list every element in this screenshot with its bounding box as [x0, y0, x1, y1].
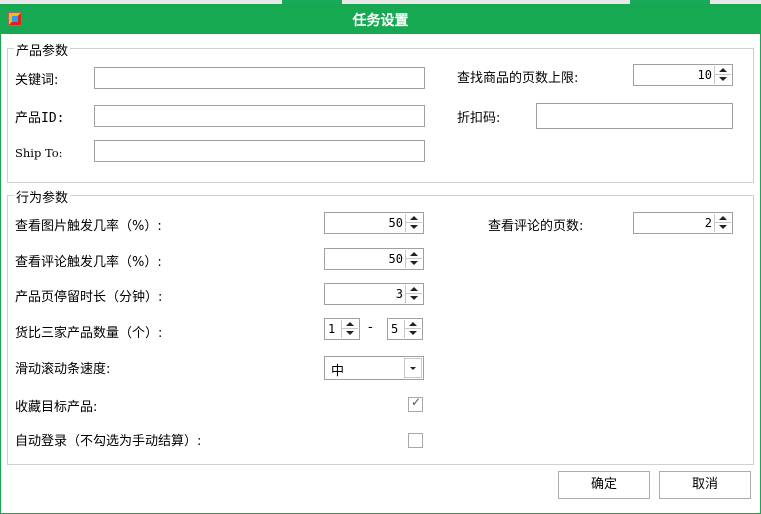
spin-up-icon[interactable] — [406, 285, 422, 294]
ok-button[interactable]: 确定 — [558, 471, 650, 499]
discount-label: 折扣码: — [457, 111, 501, 126]
auto-login-checkbox[interactable] — [408, 433, 423, 448]
page-limit-label: 查找商品的页数上限: — [457, 71, 579, 86]
window-title: 任务设置 — [352, 13, 409, 29]
title-bar[interactable]: 任务设置 — [0, 4, 761, 34]
compare-label: 货比三家产品数量（个）: — [15, 326, 163, 341]
spin-down-icon[interactable] — [715, 75, 731, 84]
review-rate-value: 50 — [388, 252, 403, 266]
discount-input[interactable] — [536, 103, 733, 129]
spin-up-icon[interactable] — [405, 320, 421, 329]
keyword-input[interactable] — [94, 67, 425, 89]
spinner-arrows[interactable] — [714, 214, 731, 232]
stay-time-spinner[interactable]: 3 — [324, 283, 424, 305]
spinner-arrows[interactable] — [405, 250, 422, 268]
spinner-arrows[interactable] — [714, 66, 731, 84]
compare-min-spinner[interactable]: 1 — [324, 318, 360, 340]
compare-max-value: 5 — [391, 322, 399, 336]
review-rate-spinner[interactable]: 50 — [324, 248, 424, 270]
product-params-legend: 产品参数 — [14, 40, 71, 59]
auto-login-label: 自动登录（不勾选为手动结算）: — [15, 434, 202, 449]
spin-up-icon[interactable] — [406, 250, 422, 259]
dialog-body: 产品参数 关键词: 产品ID: Ship To: 查找商品的页数上限: 10 折… — [0, 34, 761, 514]
stay-time-label: 产品页停留时长（分钟）: — [15, 290, 163, 305]
range-separator: - — [368, 320, 373, 335]
product-id-input[interactable] — [94, 105, 425, 127]
product-id-label: 产品ID: — [15, 111, 65, 126]
spin-up-icon[interactable] — [715, 214, 731, 223]
review-pages-value: 2 — [704, 216, 712, 230]
keyword-label: 关键词: — [15, 73, 59, 88]
checkmark-icon: ✓ — [411, 395, 422, 409]
scroll-speed-value: 中 — [331, 364, 345, 379]
stay-time-value: 3 — [395, 287, 403, 301]
review-rate-label: 查看评论触发几率（%）: — [15, 255, 162, 270]
scroll-speed-select[interactable]: 中 — [324, 356, 424, 380]
page-limit-value: 10 — [697, 68, 712, 82]
spinner-arrows[interactable] — [404, 320, 421, 338]
spin-up-icon[interactable] — [342, 320, 358, 329]
spin-up-icon[interactable] — [715, 66, 731, 75]
review-pages-spinner[interactable]: 2 — [633, 212, 733, 234]
favorite-label: 收藏目标产品: — [15, 400, 98, 415]
spin-down-icon[interactable] — [405, 329, 421, 338]
chevron-down-icon[interactable] — [404, 358, 422, 378]
spin-down-icon[interactable] — [406, 294, 422, 303]
scroll-speed-label: 滑动滚动条速度: — [15, 362, 111, 377]
behavior-params-legend: 行为参数 — [14, 187, 71, 206]
spin-down-icon[interactable] — [342, 329, 358, 338]
spin-down-icon[interactable] — [406, 259, 422, 268]
page-limit-spinner[interactable]: 10 — [633, 64, 733, 86]
image-rate-spinner[interactable]: 50 — [324, 212, 424, 234]
cancel-button[interactable]: 取消 — [659, 471, 751, 499]
image-rate-label: 查看图片触发几率（%）: — [15, 219, 162, 234]
ship-to-input[interactable] — [94, 140, 425, 162]
spinner-arrows[interactable] — [341, 320, 358, 338]
compare-max-spinner[interactable]: 5 — [387, 318, 423, 340]
review-pages-label: 查看评论的页数: — [488, 219, 584, 234]
favorite-checkbox[interactable]: ✓ — [408, 395, 423, 412]
spinner-arrows[interactable] — [405, 285, 422, 303]
image-rate-value: 50 — [388, 216, 403, 230]
spin-down-icon[interactable] — [715, 223, 731, 232]
spinner-arrows[interactable] — [405, 214, 422, 232]
ship-to-label: Ship To: — [15, 146, 63, 160]
spin-down-icon[interactable] — [406, 223, 422, 232]
compare-min-value: 1 — [328, 322, 336, 336]
spin-up-icon[interactable] — [406, 214, 422, 223]
